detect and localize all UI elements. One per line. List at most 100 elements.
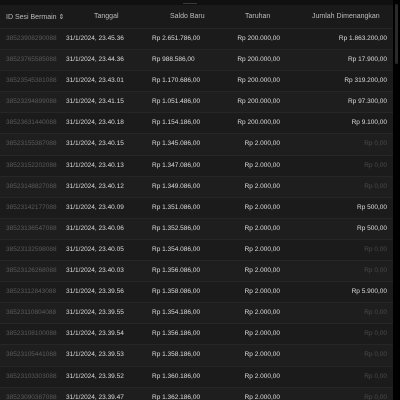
header-date: Tanggal [94,13,119,20]
balance-cell: Rp 1.358.086,00 [152,288,201,296]
session-id-cell: 38523105441088 [6,351,57,359]
session-id-cell: 38523126268088 [6,267,57,275]
bet-cell: Rp 200.000,00 [237,119,280,127]
table-row[interactable]: 38523631440088 31/1/2024, 23.40.18 Rp 1.15… [0,112,393,134]
balance-cell: Rp 1.349.086,00 [152,182,201,190]
bet-cell: Rp 2.000,00 [244,140,280,148]
date-cell: 31/1/2024, 23.39.55 [66,309,124,317]
table-row[interactable]: 38523105441088 31/1/2024, 23.39.53 Rp 1.35… [0,344,393,366]
balance-cell: Rp 1.170.686,00 [152,77,201,85]
winnings-cell: Rp 0,00 [364,351,387,359]
table-row[interactable]: 38523908290088 31/1/2024, 23.45.36 Rp 2.65… [0,28,393,50]
vertical-scrollbar[interactable] [393,0,400,400]
session-id-cell: 38523545381088 [6,77,57,85]
date-cell: 31/1/2024, 23.39.54 [66,330,124,338]
balance-cell: Rp 1.351.086,00 [152,203,201,211]
winnings-cell: Rp 0,00 [364,372,387,380]
bet-history-panel: ID Sesi Bermain ⇕ Tanggal Saldo Baru Tar… [0,0,393,400]
winnings-cell: Rp 1.863.200,00 [338,35,387,42]
bet-cell: Rp 2.000,00 [244,393,280,400]
winnings-cell: Rp 500,00 [357,224,387,232]
table-row[interactable]: 38523090387088 31/1/2024, 23.39.47 Rp 1.36… [0,386,393,400]
winnings-cell: Rp 0,00 [364,161,387,169]
date-cell: 31/1/2024, 23.39.53 [66,351,124,359]
winnings-cell: Rp 97.300,00 [347,98,387,106]
bet-cell: Rp 200.000,00 [237,98,280,106]
session-id-cell: 38523142177088 [6,203,57,211]
bet-cell: Rp 2.000,00 [244,330,280,338]
session-id-cell: 38523631440088 [6,119,57,127]
bet-cell: Rp 2.000,00 [244,182,280,190]
table-row[interactable]: 38523136547088 31/1/2024, 23.40.06 Rp 1.35… [0,217,393,239]
table-row[interactable]: 38523132598088 31/1/2024, 23.40.05 Rp 1.35… [0,238,393,261]
balance-cell: Rp 1.345.086,00 [152,140,201,148]
session-id-cell: 38523155387088 [6,140,57,148]
winnings-cell: Rp 0,00 [364,245,387,253]
date-cell: 31/1/2024, 23.40.09 [66,203,124,211]
winnings-cell: Rp 0,00 [364,330,387,338]
table-row[interactable]: 38523142177088 31/1/2024, 23.40.09 Rp 1.35… [0,196,393,218]
winnings-cell: Rp 319.200,00 [344,77,387,85]
winnings-cell: Rp 0,00 [364,140,387,148]
balance-cell: Rp 2.651.786,00 [152,35,201,42]
table-row[interactable]: 38523148827088 31/1/2024, 23.40.12 Rp 1.34… [0,175,393,197]
date-cell: 31/1/2024, 23.40.13 [66,161,124,169]
table-row[interactable]: 38523112843088 31/1/2024, 23.39.56 Rp 1.35… [0,281,393,303]
date-cell: 31/1/2024, 23.40.05 [66,245,124,253]
table-body: 38523908290088 31/1/2024, 23.45.36 Rp 2.65… [0,28,393,400]
top-peek-divider [183,0,197,4]
session-id-cell: 38523112843088 [6,288,57,296]
session-id-cell: 38523132598088 [6,245,57,253]
balance-cell: Rp 988.586,00 [152,56,195,64]
winnings-cell: Rp 0,00 [364,182,387,190]
bet-cell: Rp 2.000,00 [244,203,280,211]
date-cell: 31/1/2024, 23.40.03 [66,267,124,275]
date-cell: 31/1/2024, 23.40.18 [66,119,124,127]
table-row[interactable]: 38523155387088 31/1/2024, 23.40.15 Rp 1.34… [0,133,393,155]
table-row[interactable]: 38523152202088 31/1/2024, 23.40.13 Rp 1.34… [0,154,393,176]
balance-cell: Rp 1.356.086,00 [152,267,201,275]
session-id-cell: 38523908290088 [6,35,57,42]
winnings-cell: Rp 0,00 [364,393,387,400]
top-strip [0,0,393,5]
date-cell: 31/1/2024, 23.43.01 [66,77,124,85]
winnings-cell: Rp 500,00 [357,203,387,211]
winnings-cell: Rp 0,00 [364,309,387,317]
bet-cell: Rp 2.000,00 [244,267,280,275]
table-row[interactable]: 38523103303088 31/1/2024, 23.39.52 Rp 1.36… [0,365,393,387]
winnings-cell: Rp 17.900,00 [347,56,387,64]
header-bet: Taruhan [245,13,271,20]
bet-cell: Rp 2.000,00 [244,309,280,317]
bet-cell: Rp 200.000,00 [237,77,280,85]
balance-cell: Rp 1.352.586,00 [152,224,201,232]
table-row[interactable]: 38523545381088 31/1/2024, 23.43.01 Rp 1.17… [0,70,393,92]
date-cell: 31/1/2024, 23.41.15 [66,98,124,106]
table-header: ID Sesi Bermain ⇕ Tanggal Saldo Baru Tar… [0,6,393,28]
balance-cell: Rp 1.354.186,00 [152,309,201,317]
table-row[interactable]: 38523108100088 31/1/2024, 23.39.54 Rp 1.35… [0,323,393,345]
winnings-cell: Rp 5.900,00 [351,288,387,296]
session-id-cell: 38523765585088 [6,56,57,64]
bet-cell: Rp 2.000,00 [244,351,280,359]
session-id-cell: 38523110804088 [6,309,57,317]
balance-cell: Rp 1.360.186,00 [152,372,201,380]
session-id-cell: 38523294899088 [6,98,57,106]
table-row[interactable]: 38523126268088 31/1/2024, 23.40.03 Rp 1.35… [0,260,393,282]
winnings-cell: Rp 0,00 [364,267,387,275]
header-session-id-sortable[interactable]: ID Sesi Bermain ⇕ [6,13,64,21]
date-cell: 31/1/2024, 23.40.12 [66,182,124,190]
balance-cell: Rp 1.362.186,00 [152,393,201,400]
scrollbar-thumb[interactable] [395,4,398,64]
table-row[interactable]: 38523110804088 31/1/2024, 23.39.55 Rp 1.35… [0,302,393,324]
session-id-cell: 38523148827088 [6,182,57,190]
date-cell: 31/1/2024, 23.45.36 [66,35,124,42]
table-row[interactable]: 38523765585088 31/1/2024, 23.44.36 Rp 988.… [0,49,393,71]
bet-cell: Rp 2.000,00 [244,161,280,169]
session-id-cell: 38523090387088 [6,393,57,400]
date-cell: 31/1/2024, 23.39.52 [66,372,124,380]
session-id-cell: 38523103303088 [6,372,57,380]
date-cell: 31/1/2024, 23.40.15 [66,140,124,148]
header-balance: Saldo Baru [170,13,205,20]
table-row[interactable]: 38523294899088 31/1/2024, 23.41.15 Rp 1.05… [0,91,393,113]
balance-cell: Rp 1.356.186,00 [152,330,201,338]
